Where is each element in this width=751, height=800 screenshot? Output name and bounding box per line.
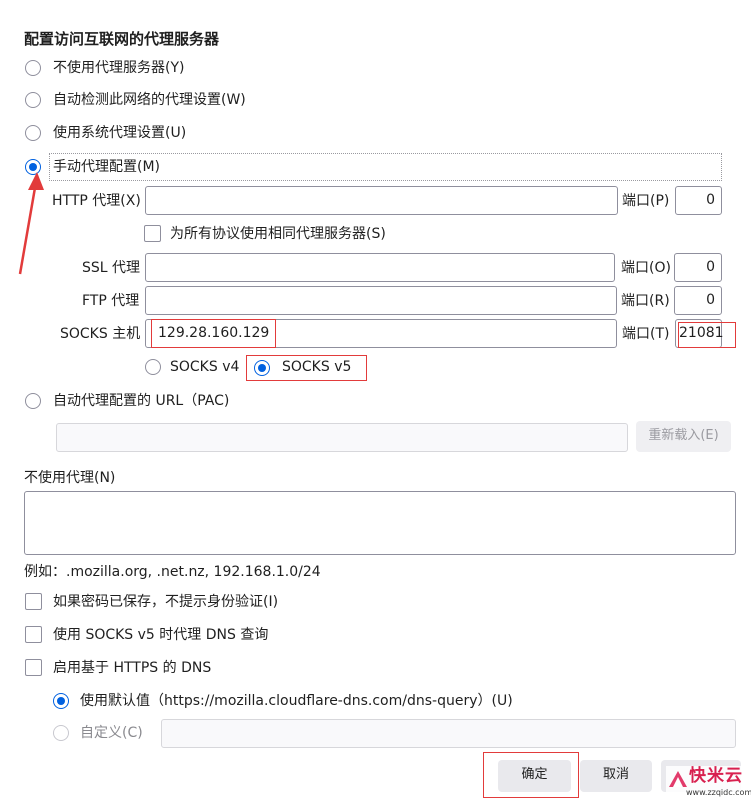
- socks-v4-label: SOCKS v4: [170, 359, 240, 375]
- radio-no-proxy-label: 不使用代理服务器(Y): [53, 60, 185, 76]
- no-proxy-for-label: 不使用代理(N): [24, 470, 116, 486]
- watermark-domain: www.zzqidc.com: [686, 788, 751, 797]
- socks-port-label: 端口(T): [622, 326, 670, 342]
- ssl-port-input[interactable]: 0: [674, 253, 722, 282]
- ftp-port-label: 端口(R): [621, 293, 670, 309]
- socks-v5-label: SOCKS v5: [282, 359, 352, 375]
- dialog-title: 配置访问互联网的代理服务器: [24, 30, 220, 48]
- radio-auto-detect-label: 自动检测此网络的代理设置(W): [53, 92, 246, 108]
- pac-url-input[interactable]: [56, 423, 628, 452]
- radio-system-proxy[interactable]: [25, 125, 41, 141]
- cancel-button[interactable]: 取消: [580, 760, 652, 792]
- no-auth-prompt-label: 如果密码已保存，不提示身份验证(I): [53, 594, 279, 610]
- annotation-arrow: [18, 172, 44, 275]
- ftp-port-input[interactable]: 0: [674, 286, 722, 315]
- ftp-proxy-label: FTP 代理: [82, 293, 140, 309]
- no-auth-prompt-checkbox[interactable]: [25, 593, 42, 610]
- radio-socks-v5[interactable]: [254, 360, 270, 376]
- socks-host-label: SOCKS 主机: [60, 326, 141, 342]
- radio-system-proxy-label: 使用系统代理设置(U): [53, 125, 187, 141]
- watermark-brand: 快米云: [689, 766, 743, 786]
- radio-auto-detect[interactable]: [25, 92, 41, 108]
- radio-dns-default[interactable]: [53, 693, 69, 709]
- ftp-proxy-input[interactable]: [145, 286, 617, 315]
- radio-pac[interactable]: [25, 393, 41, 409]
- ssl-port-label: 端口(O): [621, 260, 671, 276]
- http-proxy-label: HTTP 代理(X): [52, 193, 141, 209]
- dns-custom-label: 自定义(C): [80, 725, 143, 741]
- http-proxy-input[interactable]: [145, 186, 618, 215]
- radio-manual-proxy-label: 手动代理配置(M): [53, 159, 161, 175]
- dns-custom-input[interactable]: [161, 719, 736, 748]
- socks-dns-checkbox[interactable]: [25, 626, 42, 643]
- socks-port-input[interactable]: 21081: [675, 319, 724, 348]
- https-dns-label: 启用基于 HTTPS 的 DNS: [53, 660, 212, 676]
- http-port-label: 端口(P): [622, 193, 670, 209]
- socks-dns-label: 使用 SOCKS v5 时代理 DNS 查询: [53, 627, 269, 643]
- same-proxy-checkbox[interactable]: [144, 225, 161, 242]
- same-proxy-label: 为所有协议使用相同代理服务器(S): [170, 226, 386, 242]
- no-proxy-for-textarea[interactable]: [24, 491, 736, 555]
- ssl-proxy-label: SSL 代理: [82, 260, 141, 276]
- ok-button[interactable]: 确定: [498, 760, 571, 792]
- reload-button[interactable]: 重新载入(E): [636, 421, 731, 452]
- no-proxy-example: 例如：.mozilla.org, .net.nz, 192.168.1.0/24: [24, 564, 321, 580]
- watermark: 快米云 www.zzqidc.com: [666, 766, 751, 800]
- radio-socks-v4[interactable]: [145, 359, 161, 375]
- ssl-proxy-input[interactable]: [145, 253, 615, 282]
- https-dns-checkbox[interactable]: [25, 659, 42, 676]
- radio-pac-label: 自动代理配置的 URL（PAC): [53, 393, 230, 409]
- http-port-input[interactable]: 0: [675, 186, 722, 215]
- radio-no-proxy[interactable]: [25, 60, 41, 76]
- socks-host-input[interactable]: 129.28.160.129: [145, 319, 617, 348]
- radio-dns-custom[interactable]: [53, 725, 69, 741]
- dns-default-label: 使用默认值（https://mozilla.cloudflare-dns.com…: [80, 693, 513, 709]
